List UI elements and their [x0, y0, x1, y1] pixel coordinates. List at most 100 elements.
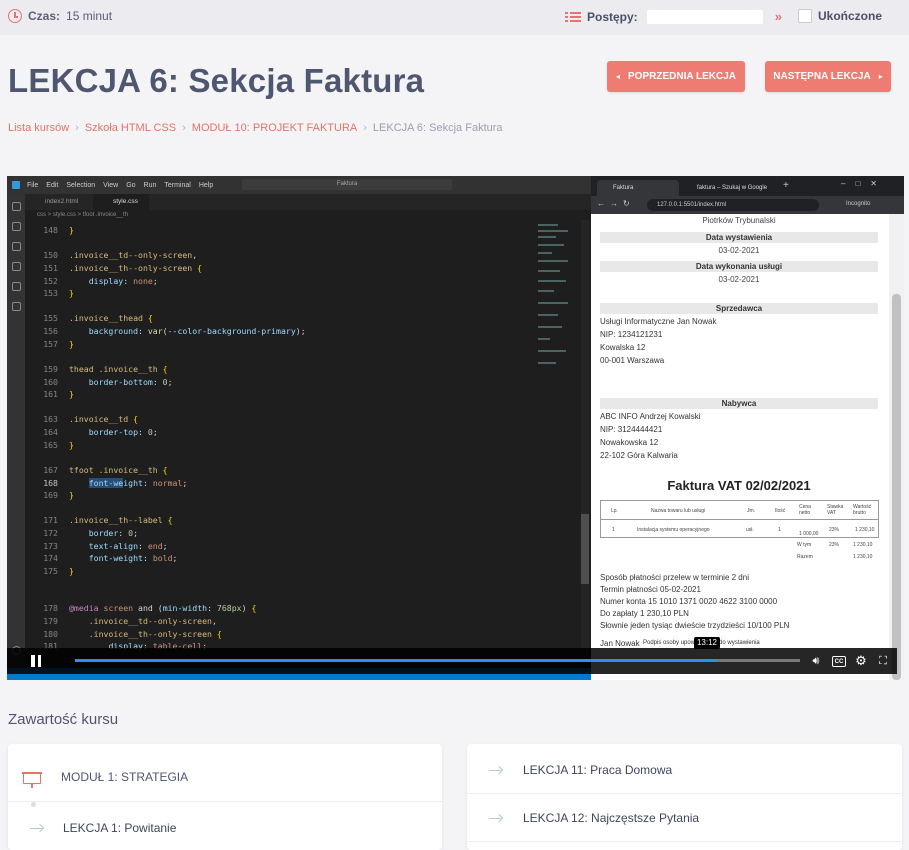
payment-line: Numer konta 15 1010 1371 0020 4622 3100 … [600, 597, 778, 606]
browser-scrollbar [889, 214, 904, 680]
next-lesson-button[interactable]: NASTĘPNA LEKCJA ▸ [765, 61, 891, 92]
menu-selection: Selection [66, 181, 96, 189]
editor-title-bar: File Edit Selection View Go Run Terminal… [7, 176, 591, 194]
chevron-right-icon: ▸ [878, 72, 883, 81]
editor-menu: File Edit Selection View Go Run Terminal… [27, 182, 213, 189]
browser-address-bar: ←→↻ 127.0.0.1:5501/index.html Incognito [591, 196, 904, 214]
editor-breadcrumb: css > style.css > tfoot .invoice__th [37, 212, 129, 218]
vscode-logo-icon [12, 181, 20, 189]
url-field: 127.0.0.1:5501/index.html [647, 199, 819, 211]
table-header: Cena netto [799, 504, 811, 516]
double-chevron-icon[interactable]: » [775, 9, 782, 24]
editor-minimap [534, 220, 579, 380]
table-header: Wartość brutto [853, 504, 872, 516]
video-player[interactable]: File Edit Selection View Go Run Terminal… [7, 176, 904, 680]
table-cell: 1 [778, 527, 781, 533]
completed-toggle[interactable]: Ukończone [798, 9, 882, 23]
time-value: 15 minut [66, 9, 113, 23]
captions-icon[interactable]: CC [832, 656, 846, 667]
new-tab-icon: + [783, 180, 789, 191]
menu-go: Go [126, 181, 136, 189]
table-header: Ilość [775, 508, 786, 514]
payment-line: Do zapłaty 1 230,10 PLN [600, 609, 689, 618]
settings-gear-icon[interactable]: ⚙︎ [854, 654, 868, 668]
sum-value: 1 230,10 [853, 554, 873, 560]
invoice-seller-label: Sprzedawca [600, 303, 878, 314]
invoice-issue-date-label: Data wystawienia [600, 232, 878, 243]
invoice-place: Piotrków Trybunalski [702, 216, 776, 225]
invoice-table: Lp. Nazwa towaru lub usługi Jm. Ilość Ce… [600, 500, 879, 538]
sum-label: W tym [797, 542, 812, 548]
breadcrumb-module[interactable]: MODUŁ 10: PROJEKT FAKTURA [192, 122, 357, 134]
table-cell: 1 000,00 [799, 531, 819, 537]
browser-tab-active: Faktura [597, 180, 679, 196]
lesson-label: LEKCJA 1: Powitanie [63, 820, 177, 835]
table-cell: Instalacja systemu operacyjnego [637, 527, 710, 533]
nav-icons: ←→↻ [597, 199, 635, 208]
lesson-item[interactable]: LEKCJA 11: Praca Domowa [467, 746, 902, 794]
lesson-item[interactable]: LEKCJA 1: Powitanie [8, 804, 442, 850]
lesson-label: LEKCJA 12: Najczęstsze Pytania [523, 810, 700, 825]
breadcrumb: Lista kursów › Szkoła HTML CSS › MODUŁ 1… [8, 122, 503, 134]
module-label: MODUŁ 1: STRATEGIA [61, 769, 189, 784]
invoice-buyer-label: Nabywca [600, 398, 878, 409]
page-title: LEKCJA 6: Sekcja Faktura [8, 62, 425, 99]
editor-scrollbar[interactable] [581, 220, 589, 650]
payment-line: Słownie jeden tysiąc dwieście trzydzieśc… [600, 621, 790, 630]
list-icon [565, 11, 581, 23]
pause-icon[interactable] [30, 655, 42, 667]
progress-bar [646, 9, 763, 24]
invoice-service-date: 03-02-2021 [718, 275, 760, 284]
completed-label: Ukończone [818, 9, 883, 23]
payment-line: Sposób płatności przelew w terminie 2 dn… [600, 573, 749, 582]
editor-activity-bar [7, 194, 25, 680]
arrow-right-icon [489, 766, 503, 774]
previous-lesson-label: POPRZEDNIA LEKCJA [628, 71, 736, 82]
lesson-item[interactable]: LEKCJA 12: Najczęstsze Pytania [467, 794, 902, 842]
seller-line: Usługi Informatyczne Jan Nowak [600, 317, 717, 326]
lesson-label: LEKCJA 11: Praca Domowa [523, 762, 673, 777]
fullscreen-icon[interactable]: ⛶ [876, 654, 890, 668]
editor-tabs: index2.html style.css [25, 194, 591, 210]
seek-bar-progress [75, 659, 717, 662]
previous-lesson-button[interactable]: ◂ POPRZEDNIA LEKCJA [607, 61, 745, 92]
seller-line: 00-001 Warszawa [600, 356, 665, 365]
signature-name: Jan Nowak [600, 639, 640, 648]
progress-info: Postępy: » [565, 9, 782, 24]
breadcrumb-separator: › [363, 122, 367, 134]
seller-line: NIP: 1234121231 [600, 330, 663, 339]
volume-icon[interactable]: 🔊︎ [809, 654, 823, 668]
payment-line: Termin płatności 05-02-2021 [600, 585, 701, 594]
invoice-service-date-label: Data wykonania usługi [600, 261, 878, 272]
course-content-title: Zawartość kursu [8, 711, 119, 728]
table-header: Stawka VAT [827, 504, 844, 516]
table-cell: 1 [612, 527, 615, 533]
buyer-line: 22-102 Góra Kalwaria [600, 451, 678, 460]
course-list-right: LEKCJA 11: Praca Domowa LEKCJA 12: Najcz… [467, 744, 902, 850]
menu-terminal: Terminal [164, 181, 191, 189]
editor-tab-active: style.css [93, 194, 149, 210]
menu-edit: Edit [46, 181, 59, 189]
invoice-issue-date: 03-02-2021 [718, 246, 760, 255]
breadcrumb-course-list[interactable]: Lista kursów [8, 122, 69, 134]
time-label: Czas: [28, 9, 61, 23]
profile-label: Incognito [846, 201, 871, 207]
breadcrumb-course[interactable]: Szkoła HTML CSS [85, 122, 176, 134]
seek-bar[interactable] [75, 659, 800, 662]
table-cell: 1 230,10 [855, 527, 875, 533]
module-item[interactable]: MODUŁ 1: STRATEGIA [8, 752, 442, 807]
browser-tab: faktura – Szukaj w Google [697, 185, 768, 191]
table-header: Jm. [747, 508, 756, 514]
sum-rate: 23% [829, 542, 840, 548]
chevron-left-icon: ◂ [616, 72, 621, 81]
player-controls: 🔊︎ CC ⚙︎ ⛶ [7, 648, 897, 674]
buyer-line: ABC INFO Andrzej Kowalski [600, 412, 701, 421]
breadcrumb-current: LEKCJA 6: Sekcja Faktura [372, 122, 503, 134]
presentation-icon [22, 771, 42, 789]
seller-line: Kowalska 12 [600, 343, 646, 352]
browser-tabs: Faktura faktura – Szukaj w Google + –□✕ [591, 176, 904, 196]
completed-checkbox[interactable] [798, 9, 812, 23]
editor-scrollbar-thumb[interactable] [581, 514, 589, 584]
sum-label: Razem [797, 554, 813, 560]
table-cell: usł. [746, 527, 754, 533]
